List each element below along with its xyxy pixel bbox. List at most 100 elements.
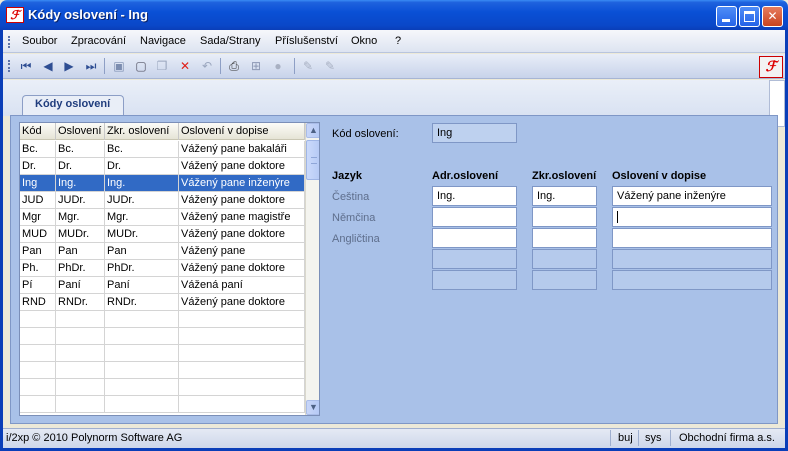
edit-alt-icon[interactable]: ✎ <box>323 59 337 73</box>
cell-osloveni: RNDr. <box>56 294 105 311</box>
cell-zkr-osloveni <box>105 362 179 379</box>
menu-soubor[interactable]: Soubor <box>22 35 57 47</box>
cell-zkr-osloveni: JUDr. <box>105 192 179 209</box>
cell-zkr-osloveni: Mgr. <box>105 209 179 226</box>
scroll-down-button[interactable]: ▼ <box>306 400 319 415</box>
cell-osloveni: Bc. <box>56 141 105 158</box>
toolbar-separator <box>104 58 105 74</box>
maximize-button[interactable] <box>739 6 760 27</box>
cell-osloveni: Paní <box>56 277 105 294</box>
code-label: Kód oslovení: <box>332 128 399 140</box>
table-row-empty[interactable] <box>20 345 305 362</box>
save-icon[interactable]: ▣ <box>112 59 126 73</box>
cell-osloveni-v-dopise <box>179 328 305 345</box>
table-row[interactable]: Bc. Bc. Bc. Vážený pane bakaláři <box>20 141 305 158</box>
table-row[interactable]: Mgr Mgr. Mgr. Vážený pane magistře <box>20 209 305 226</box>
table-row[interactable]: Dr. Dr. Dr. Vážený pane doktore <box>20 158 305 175</box>
adr-osloveni-input-cestina[interactable]: Ing. <box>432 186 517 206</box>
prev-record-icon[interactable]: ◀ <box>41 59 55 73</box>
menu-help[interactable]: ? <box>395 35 401 47</box>
tab-label: Kódy oslovení <box>35 98 111 110</box>
minimize-button[interactable] <box>716 6 737 27</box>
cell-osloveni: PhDr. <box>56 260 105 277</box>
undo-icon[interactable]: ↶ <box>200 59 214 73</box>
scroll-thumb[interactable] <box>306 140 319 180</box>
cell-kod <box>20 345 56 362</box>
edit-icon[interactable]: ✎ <box>301 59 315 73</box>
info-icon[interactable]: ● <box>271 59 285 73</box>
menu-navigace[interactable]: Navigace <box>140 35 186 47</box>
table-row[interactable]: Pan Pan Pan Vážený pane <box>20 243 305 260</box>
cell-kod: Bc. <box>20 141 56 158</box>
cell-kod: MUD <box>20 226 56 243</box>
cell-osloveni-v-dopise: Vážený pane doktore <box>179 294 305 311</box>
adr-osloveni-input-empty <box>432 270 517 290</box>
cell-kod: Pan <box>20 243 56 260</box>
column-header-kod[interactable]: Kód <box>20 123 56 140</box>
cell-zkr-osloveni: Bc. <box>105 141 179 158</box>
cell-osloveni-v-dopise: Vážená paní <box>179 277 305 294</box>
last-record-icon[interactable]: ⏭ <box>84 59 98 73</box>
header-osloveni-v-dopise: Oslovení v dopise <box>612 170 707 182</box>
table-row[interactable]: Pí Paní Paní Vážená paní <box>20 277 305 294</box>
adr-osloveni-input-nemcina[interactable] <box>432 207 517 227</box>
table-row-empty[interactable] <box>20 379 305 396</box>
zkr-osloveni-input-anglictina[interactable] <box>532 228 597 248</box>
cell-zkr-osloveni: Paní <box>105 277 179 294</box>
structure-icon[interactable]: ⊞ <box>249 59 263 73</box>
zkr-osloveni-input-nemcina[interactable] <box>532 207 597 227</box>
title-bar: ℱ Kódy oslovení - Ing ✕ <box>0 0 788 30</box>
cell-osloveni: MUDr. <box>56 226 105 243</box>
copy-icon[interactable]: ❐ <box>155 59 169 73</box>
next-record-icon[interactable]: ▶ <box>62 59 76 73</box>
column-header-zkr-osloveni[interactable]: Zkr. oslovení <box>105 123 179 140</box>
menu-okno[interactable]: Okno <box>351 35 377 47</box>
cell-zkr-osloveni <box>105 345 179 362</box>
cell-osloveni-v-dopise <box>179 379 305 396</box>
table-row[interactable]: MUD MUDr. MUDr. Vážený pane doktore <box>20 226 305 243</box>
table-row[interactable]: RND RNDr. RNDr. Vážený pane doktore <box>20 294 305 311</box>
cell-zkr-osloveni <box>105 396 179 413</box>
scroll-up-button[interactable]: ▲ <box>306 123 319 138</box>
cell-osloveni <box>56 328 105 345</box>
letter-input-anglictina[interactable] <box>612 228 772 248</box>
cell-osloveni <box>56 396 105 413</box>
first-record-icon[interactable]: ⏮ <box>19 59 33 73</box>
cell-zkr-osloveni <box>105 311 179 328</box>
code-field[interactable]: Ing <box>432 123 517 143</box>
table-row-empty[interactable] <box>20 311 305 328</box>
table-row[interactable]: Ing Ing. Ing. Vážený pane inženýre <box>20 175 305 192</box>
zkr-osloveni-input-cestina[interactable]: Ing. <box>532 186 597 206</box>
chevron-down-icon: ▼ <box>309 402 318 412</box>
close-button[interactable]: ✕ <box>762 6 783 27</box>
cell-kod: Dr. <box>20 158 56 175</box>
table-row[interactable]: JUD JUDr. JUDr. Vážený pane doktore <box>20 192 305 209</box>
menu-prislusenstvi[interactable]: Příslušenství <box>275 35 338 47</box>
letter-input-nemcina[interactable] <box>612 207 772 227</box>
menu-sada-strany[interactable]: Sada/Strany <box>200 35 261 47</box>
cell-zkr-osloveni <box>105 328 179 345</box>
print-icon[interactable]: ⎙ <box>227 59 241 73</box>
menu-grip-icon <box>8 36 11 48</box>
codes-grid[interactable]: Kód Oslovení Zkr. oslovení Oslovení v do… <box>19 122 320 416</box>
adr-osloveni-input-anglictina[interactable] <box>432 228 517 248</box>
delete-icon[interactable]: ✕ <box>178 59 192 73</box>
letter-input-cestina[interactable]: Vážený pane inženýre <box>612 186 772 206</box>
status-separator <box>610 430 611 446</box>
table-row-empty[interactable] <box>20 362 305 379</box>
table-row-empty[interactable] <box>20 328 305 345</box>
column-header-osloveni-v-dopise[interactable]: Oslovení v dopise <box>179 123 305 140</box>
menu-zpracovani[interactable]: Zpracování <box>71 35 126 47</box>
cell-osloveni-v-dopise: Vážený pane doktore <box>179 192 305 209</box>
cell-zkr-osloveni: Pan <box>105 243 179 260</box>
column-header-osloveni[interactable]: Oslovení <box>56 123 105 140</box>
new-icon[interactable]: ▢ <box>134 59 148 73</box>
cell-osloveni-v-dopise <box>179 345 305 362</box>
zkr-osloveni-input-empty <box>532 270 597 290</box>
cell-osloveni-v-dopise <box>179 311 305 328</box>
cell-osloveni: Ing. <box>56 175 105 192</box>
grid-scrollbar[interactable]: ▲ ▼ <box>305 123 319 415</box>
table-row[interactable]: Ph. PhDr. PhDr. Vážený pane doktore <box>20 260 305 277</box>
table-row-empty[interactable] <box>20 396 305 413</box>
maximize-icon <box>744 11 755 22</box>
